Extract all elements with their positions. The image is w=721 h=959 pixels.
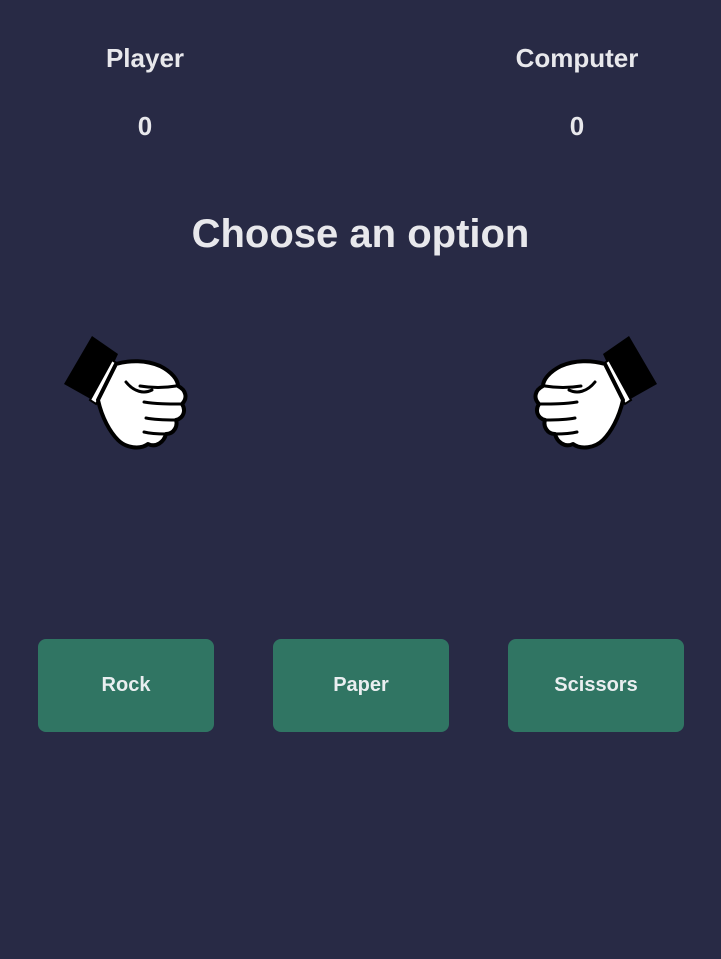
computer-fist-icon <box>531 334 661 456</box>
player-label: Player <box>105 43 185 73</box>
scissors-button[interactable]: Scissors <box>508 639 684 732</box>
computer-score: 0 <box>569 111 585 141</box>
computer-label: Computer <box>515 43 639 73</box>
paper-button[interactable]: Paper <box>273 639 449 732</box>
player-score: 0 <box>137 111 153 141</box>
player-fist-icon <box>60 334 190 456</box>
computer-score-panel: Computer 0 <box>477 40 677 144</box>
player-score-panel: Player 0 <box>45 40 245 144</box>
rock-button[interactable]: Rock <box>38 639 214 732</box>
status-message: Choose an option <box>191 212 530 256</box>
